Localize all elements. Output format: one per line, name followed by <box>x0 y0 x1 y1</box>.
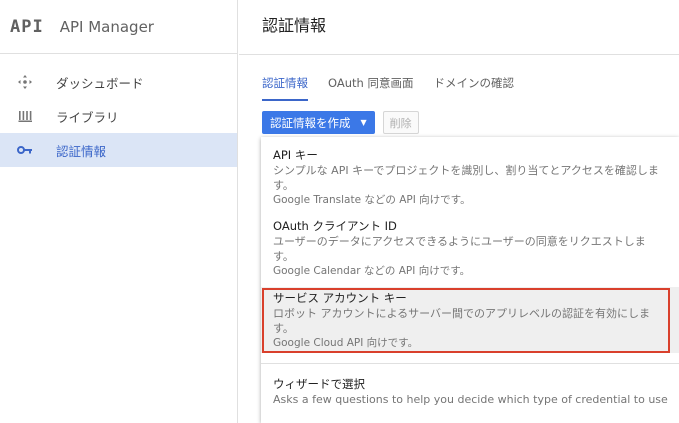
menu-item-title: ウィザードで選択 <box>273 377 365 391</box>
menu-item-desc: Asks a few questions to help you decide … <box>273 393 668 406</box>
sidebar-item-label: ダッシュボード <box>56 75 144 91</box>
page-title: 認証情報 <box>262 16 327 35</box>
menu-item-sub: Google Calendar などの API 向けです。 <box>273 265 471 277</box>
menu-item-wizard[interactable]: ウィザードで選択 Asks a few questions to help yo… <box>261 377 679 407</box>
menu-item-service-account-key[interactable]: サービス アカウント キー ロボット アカウントによるサーバー間でのアプリレベル… <box>261 287 679 353</box>
sidebar-item-label: ライブラリ <box>56 109 119 125</box>
dashboard-icon <box>16 73 34 91</box>
menu-item-title: API キー <box>273 148 318 162</box>
create-credentials-label: 認証情報を作成 <box>270 115 351 130</box>
delete-button: 削除 <box>382 111 419 134</box>
api-logo[interactable]: API <box>10 17 44 37</box>
library-icon <box>16 107 34 125</box>
tab-credentials[interactable]: 認証情報 <box>262 75 308 101</box>
menu-item-desc: シンプルな API キーでプロジェクトを識別し、割り当てとアクセスを確認しま <box>273 164 659 177</box>
menu-item-desc: す。 <box>273 322 294 335</box>
main-content: 認証情報 認証情報 OAuth 同意画面 ドメインの確認 認証情報を作成 ▼ 削… <box>239 0 679 423</box>
create-credentials-button[interactable]: 認証情報を作成 ▼ <box>262 111 375 134</box>
sidebar-item-label: 認証情報 <box>56 143 107 159</box>
menu-item-sub: Google Translate などの API 向けです。 <box>273 194 471 206</box>
menu-item-title: OAuth クライアント ID <box>273 219 397 233</box>
menu-item-desc: ロボット アカウントによるサーバー間でのアプリレベルの認証を有効にしま <box>273 307 651 320</box>
create-credentials-menu: API キー シンプルな API キーでプロジェクトを識別し、割り当てとアクセス… <box>261 137 679 423</box>
menu-item-desc: す。 <box>273 250 294 263</box>
sidebar-nav: ダッシュボード ライブラリ 認証情報 <box>0 65 237 167</box>
caret-down-icon: ▼ <box>360 118 367 127</box>
app-title[interactable]: API Manager <box>60 18 154 36</box>
header-divider <box>239 54 679 55</box>
key-icon <box>16 141 34 159</box>
menu-item-api-key[interactable]: API キー シンプルな API キーでプロジェクトを識別し、割り当てとアクセス… <box>261 148 679 208</box>
menu-item-desc: ユーザーのデータにアクセスできるようにユーザーの同意をリクエストしま <box>273 235 646 248</box>
tab-domain-verification[interactable]: ドメインの確認 <box>433 75 514 101</box>
tab-bar: 認証情報 OAuth 同意画面 ドメインの確認 <box>262 75 534 101</box>
menu-item-title: サービス アカウント キー <box>273 291 407 305</box>
tab-oauth-consent[interactable]: OAuth 同意画面 <box>328 75 413 101</box>
menu-divider <box>261 363 679 364</box>
sidebar-item-library[interactable]: ライブラリ <box>0 99 237 133</box>
toolbar: 認証情報を作成 ▼ 削除 <box>262 111 419 134</box>
menu-item-oauth-client-id[interactable]: OAuth クライアント ID ユーザーのデータにアクセスできるようにユーザーの… <box>261 219 679 279</box>
sidebar: API API Manager ダッシュボード ライブラリ 認証情報 <box>0 0 238 423</box>
menu-item-sub: Google Cloud API 向けです。 <box>273 337 419 349</box>
menu-item-desc: す。 <box>273 179 294 192</box>
sidebar-item-credentials[interactable]: 認証情報 <box>0 133 237 167</box>
sidebar-header: API API Manager <box>0 0 237 54</box>
sidebar-item-dashboard[interactable]: ダッシュボード <box>0 65 237 99</box>
